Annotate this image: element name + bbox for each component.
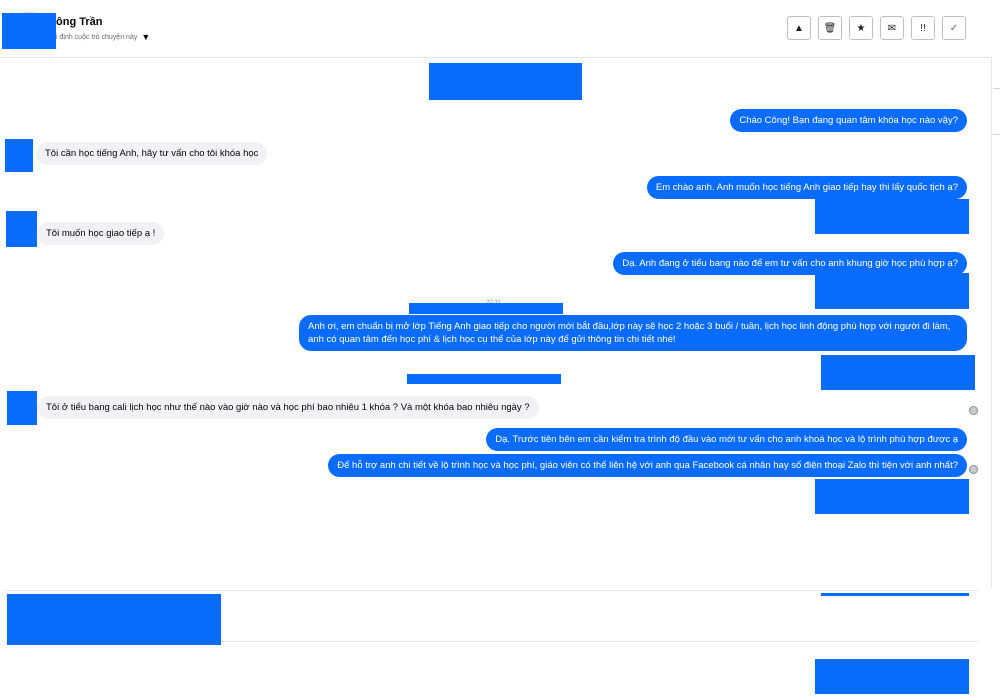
redacted-composer-area — [7, 594, 221, 645]
message-outgoing[interactable]: Anh ơi, em chuẩn bị mở lớp Tiếng Anh gia… — [299, 315, 967, 351]
redacted-footer-block — [815, 659, 969, 694]
conversation-header: ông Trần ỉ định cuộc trò chuyện này ▼ ▲ … — [0, 0, 992, 58]
redacted-seen-indicator — [815, 199, 969, 234]
redacted-seen-indicator — [821, 355, 975, 390]
message-input[interactable] — [237, 601, 937, 623]
panel-divider-mark — [993, 134, 1000, 135]
mail-icon[interactable]: ✉ — [880, 16, 904, 40]
assign-label: ỉ định cuộc trò chuyện này — [56, 33, 138, 41]
read-receipt-icon — [969, 406, 978, 415]
alert-icon[interactable]: ▲ — [787, 16, 811, 40]
check-icon[interactable]: ✓ — [942, 16, 966, 40]
message-outgoing[interactable]: Để hỗ trợ anh chi tiết về lộ trình học v… — [328, 454, 967, 477]
read-receipt-icon — [969, 465, 978, 474]
message-outgoing[interactable]: Dạ. Trước tiên bên em cần kiểm tra trình… — [486, 428, 967, 451]
contact-name[interactable]: ông Trần — [56, 16, 102, 28]
spam-icon[interactable]: !! — [911, 16, 935, 40]
message-incoming[interactable]: Tôi muốn học giao tiếp ạ ! — [37, 222, 165, 245]
redacted-seen-indicator — [815, 479, 969, 514]
message-outgoing[interactable]: Chào Công! Bạn đang quan tâm khóa học nà… — [730, 109, 967, 132]
redacted-timestamp — [407, 374, 561, 384]
message-outgoing[interactable]: Dạ. Anh đang ở tiểu bang nào để em tư vấ… — [613, 252, 967, 275]
redacted-timestamp — [409, 303, 563, 314]
panel-divider — [991, 58, 992, 588]
redacted-seen-indicator — [815, 273, 969, 309]
redacted-date-separator — [429, 63, 582, 100]
conversation-toolbar: ▲ 🗑 ★ ✉ !! ✓ — [787, 16, 966, 40]
chevron-down-icon: ▼ — [141, 32, 151, 42]
conversation-assign-dropdown[interactable]: ỉ định cuộc trò chuyện này ▼ — [56, 32, 150, 42]
redacted-sender-avatar — [6, 211, 37, 247]
redacted-sender-avatar — [5, 139, 33, 172]
redacted-composer-indicator — [821, 593, 969, 596]
star-icon[interactable]: ★ — [849, 16, 873, 40]
trash-icon[interactable]: 🗑 — [818, 16, 842, 40]
message-outgoing[interactable]: Em chào anh. Anh muốn học tiếng Anh giao… — [646, 176, 967, 199]
redacted-contact-avatar — [2, 13, 56, 49]
panel-divider-mark — [993, 88, 1000, 89]
message-incoming[interactable]: Tôi cần học tiếng Anh, hãy tư vấn cho tô… — [36, 142, 268, 165]
message-incoming[interactable]: Tôi ở tiểu bang cali lịch học như thế nà… — [37, 396, 539, 419]
redacted-sender-avatar — [7, 391, 37, 425]
